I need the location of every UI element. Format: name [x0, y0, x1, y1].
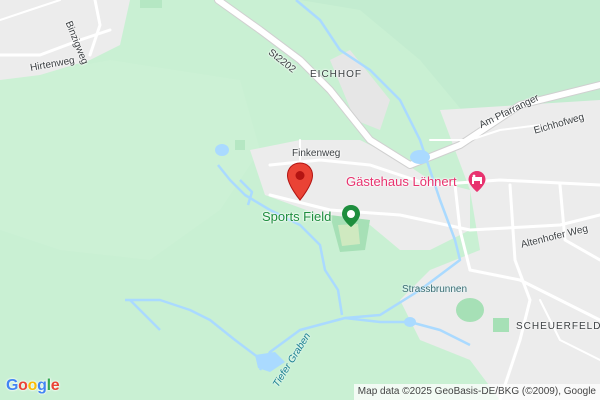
pond: [215, 144, 229, 156]
park-poi-icon[interactable]: [340, 204, 362, 228]
road-label-finkenweg: Finkenweg: [292, 148, 341, 159]
google-logo[interactable]: Google: [6, 377, 60, 395]
water-label-strassbrunnen: Strassbrunnen: [402, 284, 468, 295]
hotel-poi-icon[interactable]: [467, 170, 487, 194]
map-attribution[interactable]: Map data ©2025 GeoBasis-DE/BKG (©2009), …: [353, 384, 600, 400]
place-label-scheuerfeld: SCHEUERFELD: [516, 321, 600, 332]
map-pin-icon[interactable]: [286, 162, 314, 202]
place-label-eichhof: EICHHOF: [310, 69, 362, 80]
pond: [404, 317, 416, 327]
pond: [410, 150, 430, 164]
poi-label-sports-field[interactable]: Sports Field: [262, 210, 331, 223]
map-view[interactable]: Binzigweg Hirtenweg St2202 EICHHOF Am Pf…: [0, 0, 600, 400]
poi-label-guesthouse[interactable]: Gästehaus Löhnert: [346, 175, 457, 188]
